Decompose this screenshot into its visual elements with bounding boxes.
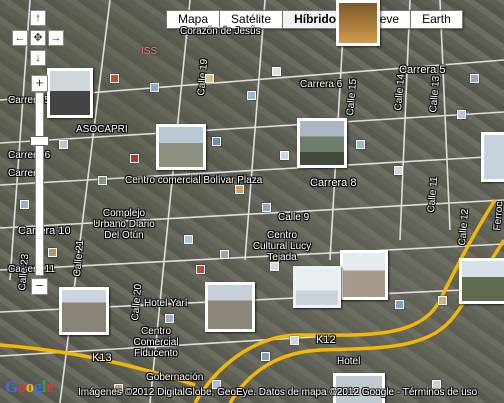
place-label-iss: ISS: [141, 46, 158, 57]
photo-marker[interactable]: [48, 248, 57, 257]
photo-thumbnail[interactable]: [293, 266, 341, 308]
photo-marker[interactable]: [470, 74, 479, 83]
photo-marker[interactable]: [262, 203, 271, 212]
place-label-corazon: Corazón de Jesús: [180, 26, 261, 37]
place-label-hotel: Hotel: [337, 356, 361, 367]
place-label-asocapri: ASOCAPRI: [76, 124, 128, 135]
photo-thumbnail[interactable]: [340, 250, 388, 300]
photo-marker[interactable]: [220, 250, 229, 259]
map-canvas[interactable]: Mapa Satélite Híbrido Relieve Earth Cora…: [0, 0, 504, 403]
photo-marker[interactable]: [196, 265, 205, 274]
photo-thumbnail[interactable]: [59, 287, 109, 335]
street-label-carrera11: Carrera 11: [8, 264, 56, 275]
photo-thumbnail[interactable]: [336, 0, 380, 46]
street-label-carrera8: Carrera 8: [310, 177, 357, 189]
terms-of-use-link[interactable]: Términos de uso: [403, 387, 477, 398]
zoom-slider-handle[interactable]: [30, 136, 49, 146]
photo-marker[interactable]: [235, 185, 244, 194]
photo-marker[interactable]: [130, 154, 139, 163]
photo-thumbnail[interactable]: [297, 118, 347, 168]
road-label-k12: K12: [316, 334, 336, 346]
photo-marker[interactable]: [212, 137, 221, 146]
photo-marker[interactable]: [438, 296, 447, 305]
map-attribution: Imágenes ©2012 DigitalGlobe, GeoEye. Dat…: [78, 387, 477, 398]
photo-marker[interactable]: [280, 151, 289, 160]
photo-marker[interactable]: [395, 300, 404, 309]
place-label-complejo-urbano: Complejo Urbano Diario Del Otún: [93, 208, 155, 241]
photo-thumbnail[interactable]: [481, 132, 504, 182]
attribution-text: Imágenes ©2012 DigitalGlobe, GeoEye. Dat…: [78, 387, 403, 398]
zoom-out-button[interactable]: −: [31, 278, 48, 295]
pan-right-button[interactable]: →: [48, 30, 64, 46]
zoom-in-button[interactable]: +: [31, 75, 48, 92]
photo-marker[interactable]: [110, 74, 119, 83]
street-label-carrera10: Carrera 10: [18, 225, 71, 237]
zoom-slider-track[interactable]: [35, 92, 44, 276]
photo-marker[interactable]: [150, 83, 159, 92]
place-label-centro-cultural: Centro Cultural Lucy Tejada: [252, 230, 312, 263]
street-label-carrera6: Carrera 6: [300, 79, 343, 90]
place-label-centro-bolivar: Centro comercial Bolívar Plaza: [125, 175, 263, 186]
street-label-calle9: Calle 9: [278, 212, 310, 223]
photo-marker[interactable]: [205, 74, 214, 83]
map-type-earth-button[interactable]: Earth: [410, 10, 463, 29]
road-label-k13: K13: [92, 352, 112, 364]
photo-marker[interactable]: [261, 352, 270, 361]
street-label-ferrocarril: Ferroc: [492, 201, 504, 231]
photo-marker[interactable]: [290, 336, 299, 345]
photo-thumbnail[interactable]: [205, 282, 255, 332]
place-label-hotel-yari: Hotel Yarí: [144, 298, 188, 309]
photo-marker[interactable]: [247, 91, 256, 100]
photo-marker[interactable]: [184, 235, 193, 244]
photo-marker[interactable]: [356, 140, 365, 149]
google-logo[interactable]: Google: [5, 377, 54, 397]
photo-marker[interactable]: [270, 262, 279, 271]
pan-center-button[interactable]: ✥: [30, 30, 46, 46]
photo-thumbnail[interactable]: [47, 68, 93, 118]
photo-marker[interactable]: [272, 67, 281, 76]
photo-marker[interactable]: [20, 200, 29, 209]
place-label-centro-fiducento: Centro Comercial Fiducento: [133, 326, 179, 359]
photo-marker[interactable]: [59, 140, 68, 149]
photo-marker[interactable]: [394, 166, 403, 175]
photo-thumbnail[interactable]: [156, 124, 206, 170]
pan-left-button[interactable]: ←: [12, 30, 28, 46]
photo-marker[interactable]: [165, 314, 174, 323]
place-label-gobernacion: Gobernación: [146, 372, 204, 383]
pan-down-button[interactable]: ↓: [30, 50, 46, 66]
photo-marker[interactable]: [98, 176, 107, 185]
photo-marker[interactable]: [457, 110, 466, 119]
photo-thumbnail[interactable]: [459, 258, 504, 304]
pan-up-button[interactable]: ↑: [30, 10, 46, 26]
